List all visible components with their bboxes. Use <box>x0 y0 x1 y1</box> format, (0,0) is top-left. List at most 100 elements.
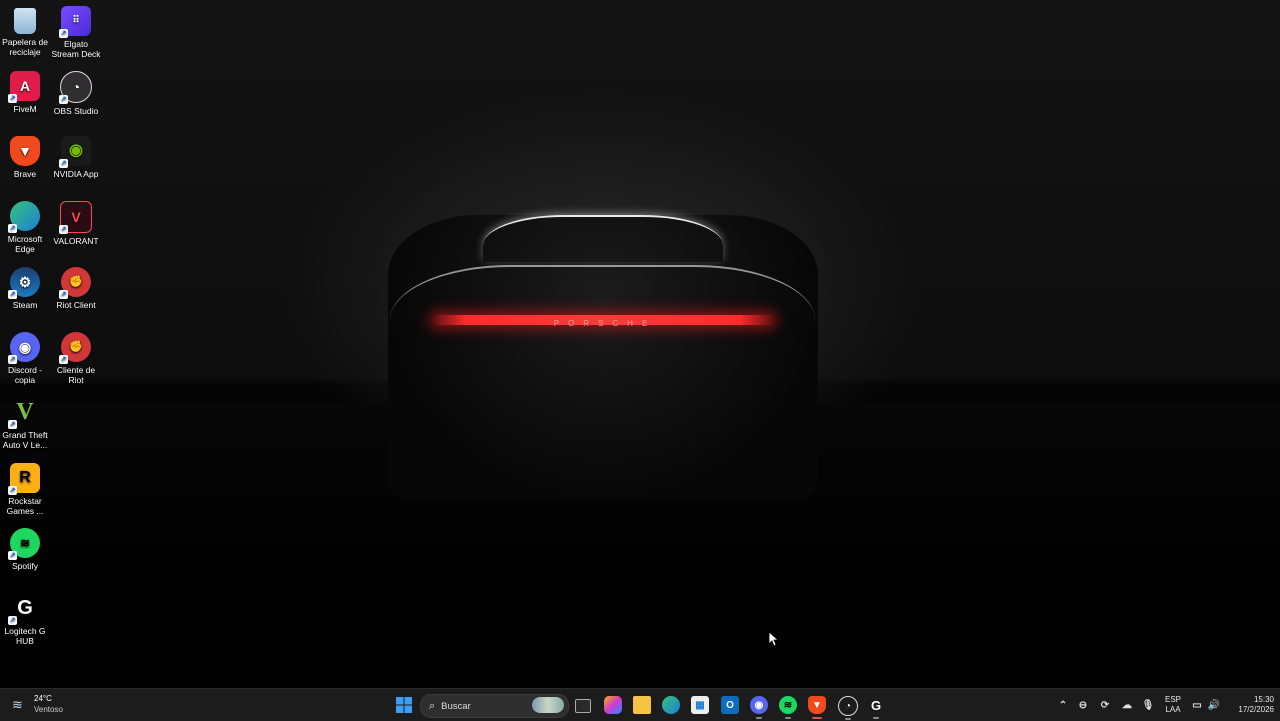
start-button[interactable] <box>395 696 413 714</box>
desktop-icon-label: Cliente de Riot <box>56 365 96 385</box>
fivem-icon: A ↗ <box>8 71 40 103</box>
desktop-icon-edge[interactable]: ↗ Microsoft Edge <box>0 201 50 254</box>
shortcut-arrow-icon: ↗ <box>59 290 68 299</box>
running-indicator <box>785 717 791 719</box>
windows-logo-icon <box>396 697 412 713</box>
running-indicator <box>756 717 762 719</box>
desktop-icon-label: VALORANT <box>53 236 99 246</box>
desktop-icon-label: Microsoft Edge <box>7 234 43 254</box>
outlook-icon[interactable]: O <box>721 696 739 714</box>
desktop-icon-recycle-bin[interactable]: Papelera de reciclaje <box>0 6 50 57</box>
taskbar-search[interactable]: ⌕ <box>420 694 569 718</box>
recycle-bin-icon <box>14 8 36 34</box>
rockstar-icon: R ↗ <box>8 463 40 495</box>
gta-icon: V ↗ <box>8 399 34 429</box>
desktop-icon-label: Brave <box>13 169 37 179</box>
desktop-icon-label: Spotify <box>12 561 38 571</box>
desktop-icon-label: Riot Client <box>56 300 96 310</box>
file-explorer-icon[interactable] <box>633 696 651 714</box>
car-shoulder-highlight <box>390 265 815 347</box>
obs-icon: ◔ ↗ <box>59 71 92 104</box>
desktop-icon-stream-deck[interactable]: ⠿ ↗ Elgato Stream Deck <box>51 6 101 59</box>
edge-icon: ↗ <box>8 201 40 233</box>
taskbar: ≋ 24°C Ventoso ⌕ ▦ O ◉ ≋ ▼ ◔ G ⌃ ⊖ ⟳ ☁ 🎙… <box>0 688 1280 721</box>
desktop-icon-label: FiveM <box>13 104 37 114</box>
shortcut-arrow-icon: ↗ <box>8 420 17 429</box>
network-icon[interactable]: ▭ <box>1188 696 1206 714</box>
clock-time: 15:30 <box>1253 695 1274 704</box>
desktop-icon-label: Logitech G HUB <box>4 626 46 646</box>
weather-widget[interactable]: ≋ 24°C Ventoso <box>10 694 80 716</box>
desktop-icon-label: OBS Studio <box>53 106 99 116</box>
shortcut-arrow-icon: ↗ <box>8 551 17 560</box>
desktop-icon-discord[interactable]: ◉ ↗ Discord - copia <box>0 332 50 385</box>
brave-icon: ▼ <box>10 136 40 166</box>
desktop-icon-cliente-riot[interactable]: ✊ ↗ Cliente de Riot <box>51 332 101 385</box>
spotify-taskbar-icon[interactable]: ≋ <box>779 696 797 719</box>
weather-condition: Ventoso <box>34 705 63 714</box>
show-hidden-icons-chevron-icon[interactable]: ⌃ <box>1054 696 1072 714</box>
task-view-button[interactable] <box>575 699 591 713</box>
copilot-icon[interactable] <box>604 696 622 714</box>
shortcut-arrow-icon: ↗ <box>8 224 17 233</box>
mouse-cursor-icon <box>769 632 779 647</box>
edge-taskbar-icon[interactable] <box>662 696 680 714</box>
onedrive-icon[interactable]: ☁ <box>1118 696 1136 714</box>
nvidia-icon: ◉ ↗ <box>59 136 91 168</box>
logitech-taskbar-icon[interactable]: G <box>867 696 885 719</box>
shortcut-arrow-icon: ↗ <box>59 159 68 168</box>
clock[interactable]: 15:30 17/2/2026 <box>1226 695 1274 715</box>
desktop-icon-nvidia[interactable]: ◉ ↗ NVIDIA App <box>51 136 101 179</box>
desktop-icon-steam[interactable]: ⚙ ↗ Steam <box>0 267 50 310</box>
obs-taskbar-icon[interactable]: ◔ <box>838 696 858 720</box>
car-roof-highlight <box>483 215 723 262</box>
desktop-icon-label: Grand Theft Auto V Le... <box>2 430 48 450</box>
running-indicator-active <box>812 717 822 719</box>
desktop-icon-obs[interactable]: ◔ ↗ OBS Studio <box>51 71 101 116</box>
stream-deck-icon: ⠿ ↗ <box>59 6 91 38</box>
desktop-icon-spotify[interactable]: ≋ ↗ Spotify <box>0 528 50 571</box>
steam-icon: ⚙ ↗ <box>8 267 40 299</box>
brave-taskbar-icon[interactable]: ▼ <box>808 696 826 719</box>
desktop-icon-riot-client[interactable]: ✊ ↗ Riot Client <box>51 267 101 310</box>
shortcut-arrow-icon: ↗ <box>8 94 17 103</box>
shortcut-arrow-icon: ↗ <box>8 355 17 364</box>
desktop-icon-gta[interactable]: V ↗ Grand Theft Auto V Le... <box>0 397 50 450</box>
desktop-icon-label: Discord - copia <box>7 365 42 385</box>
volume-icon[interactable]: 🔊 <box>1205 696 1223 714</box>
desktop-icon-rockstar[interactable]: R ↗ Rockstar Games ... <box>0 463 50 516</box>
tray-sync-icon[interactable]: ⟳ <box>1096 696 1114 714</box>
desktop-icon-brave[interactable]: ▼ Brave <box>0 136 50 179</box>
search-icon: ⌕ <box>429 699 436 712</box>
weather-temp: 24°C <box>34 694 52 703</box>
shortcut-arrow-icon: ↗ <box>59 95 68 104</box>
weather-wind-icon: ≋ <box>12 697 23 712</box>
spotify-icon: ≋ ↗ <box>8 528 40 560</box>
search-input[interactable] <box>441 700 522 712</box>
microsoft-store-icon[interactable]: ▦ <box>691 696 709 714</box>
desktop-icon-label: NVIDIA App <box>53 169 99 179</box>
valorant-icon: V ↗ <box>59 201 92 234</box>
input-language-indicator[interactable]: ESP LAA <box>1162 695 1184 715</box>
microphone-icon[interactable]: 🎙 <box>1139 696 1157 714</box>
shortcut-arrow-icon: ↗ <box>59 29 68 38</box>
shortcut-arrow-icon: ↗ <box>59 225 68 234</box>
desktop-icon-label: Rockstar Games ... <box>6 496 44 516</box>
keyboard-layout: LAA <box>1165 705 1181 714</box>
desktop-icon-fivem[interactable]: A ↗ FiveM <box>0 71 50 114</box>
desktop-icon-logitech[interactable]: G ↗ Logitech G HUB <box>0 593 50 646</box>
running-indicator <box>873 717 879 719</box>
shortcut-arrow-icon: ↗ <box>59 355 68 364</box>
tray-app-icon[interactable]: ⊖ <box>1074 696 1092 714</box>
desktop-icon-label: Steam <box>12 300 38 310</box>
desktop-icon-valorant[interactable]: V ↗ VALORANT <box>51 201 101 246</box>
logitech-icon: G ↗ <box>8 597 33 625</box>
shortcut-arrow-icon: ↗ <box>8 616 17 625</box>
search-highlight-icon <box>532 697 564 713</box>
clock-date: 17/2/2026 <box>1238 705 1274 714</box>
language-code: ESP <box>1164 695 1181 704</box>
desktop-icon-label: Papelera de reciclaje <box>2 37 48 57</box>
shortcut-arrow-icon: ↗ <box>8 290 17 299</box>
riot-icon: ✊ ↗ <box>59 267 91 299</box>
discord-taskbar-icon[interactable]: ◉ <box>750 696 768 719</box>
